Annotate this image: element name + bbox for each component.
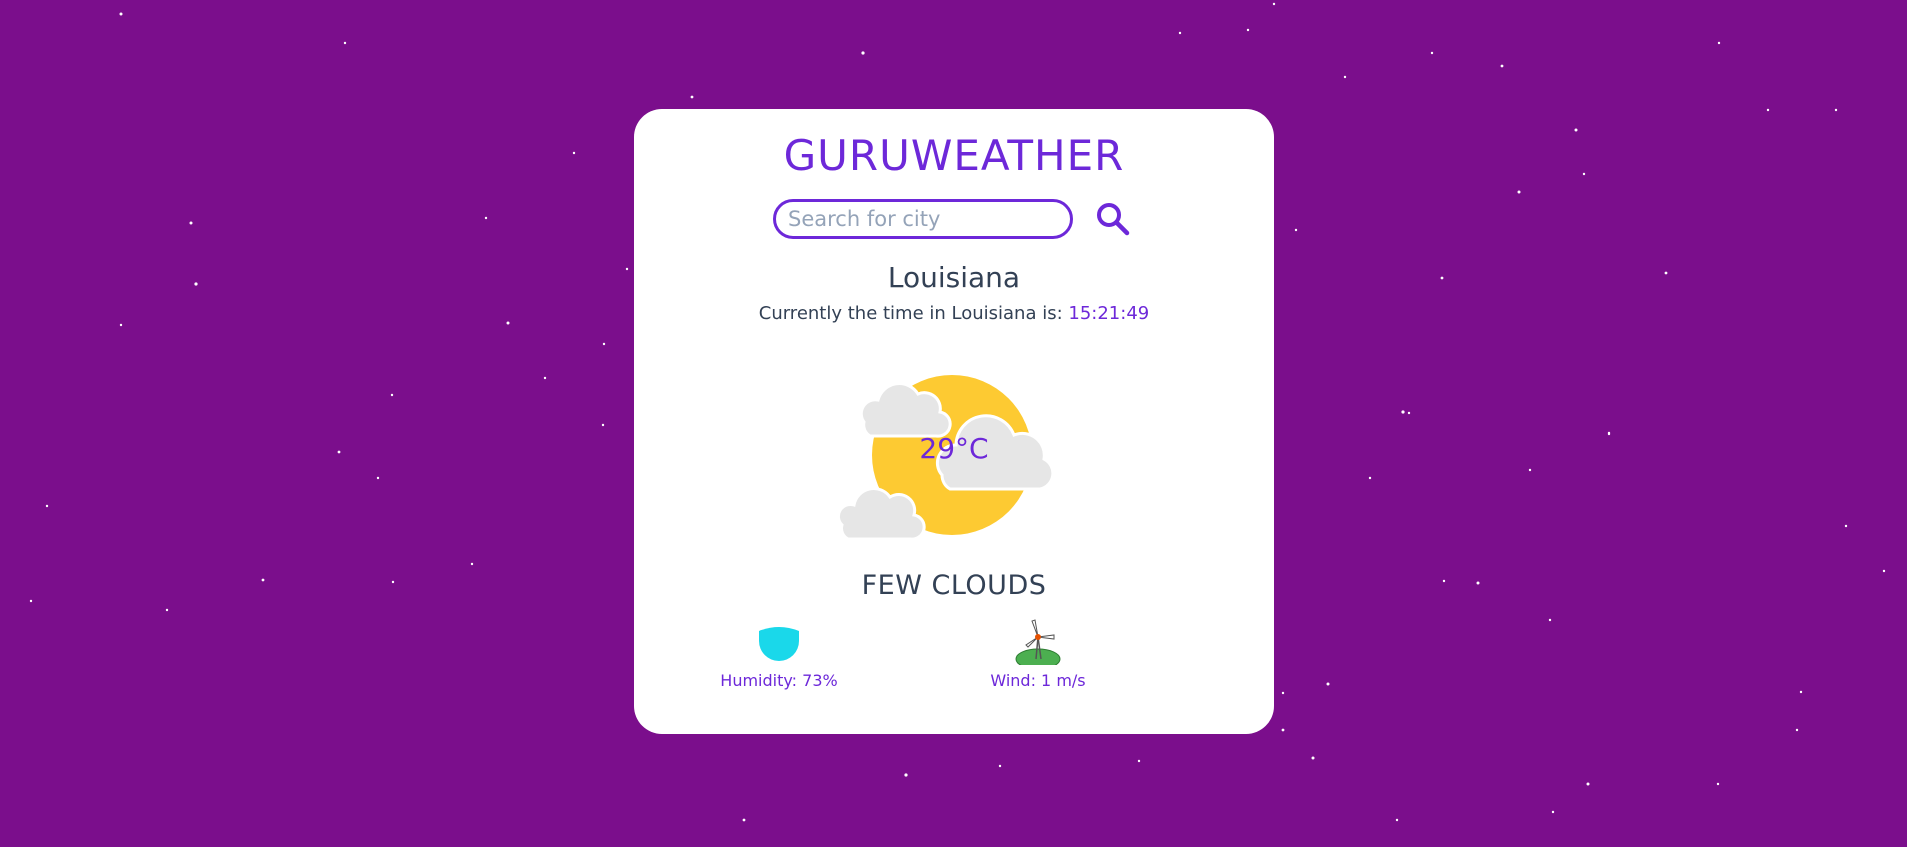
search-bar <box>773 199 1133 241</box>
weather-card: GURUWEATHER Louisiana Currently the time… <box>634 109 1274 734</box>
search-icon <box>1097 203 1130 236</box>
wind-stat: Wind: 1 m/s <box>938 619 1138 690</box>
app-title: GURUWEATHER <box>783 131 1125 180</box>
wind-turbine-icon <box>1015 619 1061 665</box>
city-name: Louisiana <box>887 261 1021 294</box>
search-button[interactable] <box>1094 200 1132 238</box>
search-input[interactable] <box>773 199 1073 239</box>
humidity-drop-icon <box>759 627 799 661</box>
humidity-stat: Humidity: 73% <box>679 619 879 690</box>
temperature: 29°C <box>919 432 989 465</box>
local-time-prefix: Currently the time in Louisiana is: <box>758 303 1069 324</box>
local-time-line: Currently the time in Louisiana is: 15:2… <box>634 303 1274 324</box>
wind-label: Wind: 1 m/s <box>990 671 1086 690</box>
humidity-label: Humidity: 73% <box>720 671 838 690</box>
local-time-value: 15:21:49 <box>1068 303 1150 324</box>
weather-description: FEW CLOUDS <box>861 570 1047 601</box>
